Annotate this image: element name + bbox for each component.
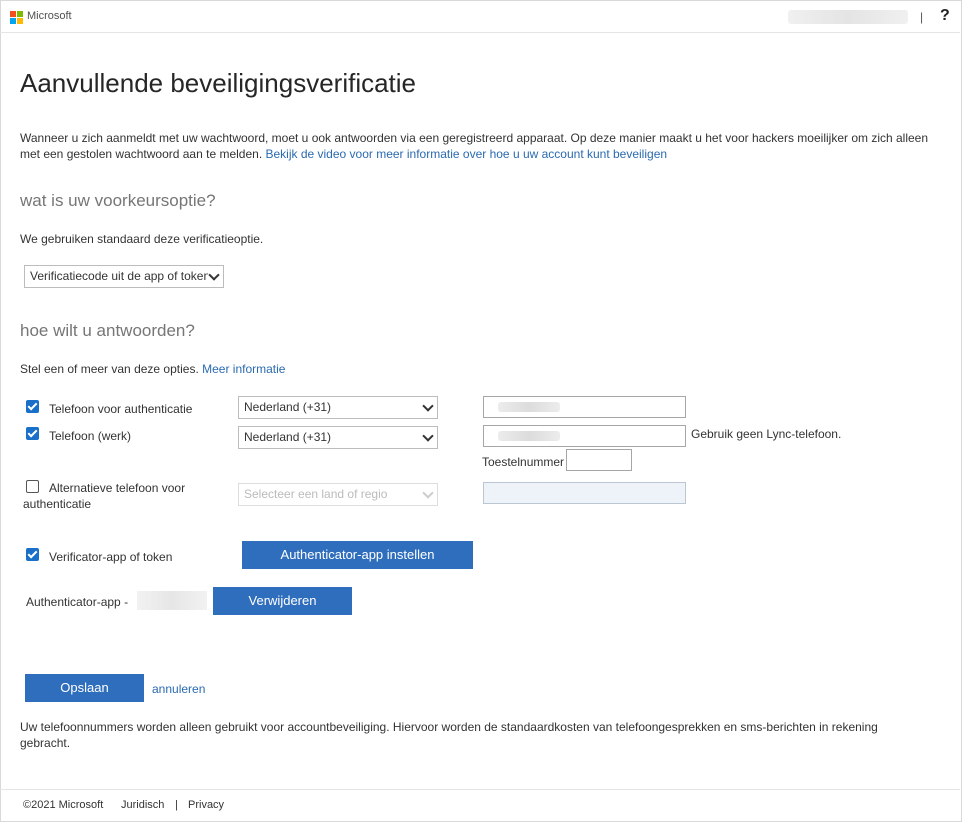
top-bar: Microsoft | ? xyxy=(0,0,960,33)
work-phone-number-value xyxy=(498,431,560,441)
preference-heading: wat is uw voorkeursoptie? xyxy=(20,191,216,210)
preferred-option-value: Verificatiecode uit de app of token xyxy=(30,269,208,283)
legal-link[interactable]: Juridisch xyxy=(121,799,164,811)
auth-phone-number-value xyxy=(498,402,560,412)
auth-phone-country-value: Nederland (+31) xyxy=(244,400,332,414)
page-title: Aanvullende beveiligingsverificatie xyxy=(20,68,417,98)
work-phone-country-value: Nederland (+31) xyxy=(244,430,332,444)
user-account-name[interactable] xyxy=(788,10,908,24)
cancel-link[interactable]: annuleren xyxy=(152,682,205,696)
auth-phone-label: Telefoon voor authenticatie xyxy=(49,402,193,416)
save-button[interactable]: Opslaan xyxy=(25,674,144,702)
respond-description-text: Stel een of meer van deze opties. xyxy=(20,362,203,376)
auth-phone-number-input[interactable] xyxy=(483,396,686,418)
alt-phone-checkbox[interactable] xyxy=(26,480,39,493)
more-info-link[interactable]: Meer informatie xyxy=(202,362,285,376)
work-phone-checkbox[interactable] xyxy=(26,427,39,440)
chevron-down-icon xyxy=(422,430,434,442)
setup-authenticator-button[interactable]: Authenticator-app instellen xyxy=(242,541,473,569)
auth-phone-country-select[interactable]: Nederland (+31) xyxy=(238,396,438,419)
alt-phone-number-input xyxy=(483,482,686,504)
authenticator-app-checkbox[interactable] xyxy=(26,548,39,561)
privacy-link[interactable]: Privacy xyxy=(188,799,224,811)
respond-description: Stel een of meer van deze opties. Meer i… xyxy=(20,362,285,376)
disclaimer-text: Uw telefoonnummers worden alleen gebruik… xyxy=(20,720,878,750)
preferred-option-select[interactable]: Verificatiecode uit de app of token xyxy=(24,265,224,288)
work-phone-label: Telefoon (werk) xyxy=(49,429,132,443)
header-separator: | xyxy=(920,10,924,24)
footer-separator: | xyxy=(175,799,178,811)
lync-note: Gebruik geen Lync-telefoon. xyxy=(691,427,842,441)
auth-phone-checkbox[interactable] xyxy=(26,400,39,413)
authenticator-device-name xyxy=(137,591,207,610)
video-link[interactable]: Bekijk de video voor meer informatie ove… xyxy=(265,147,667,161)
authenticator-app-label: Verificator-app of token xyxy=(49,550,173,564)
extension-input[interactable] xyxy=(566,449,632,471)
work-phone-number-input[interactable] xyxy=(483,425,686,447)
chevron-down-icon xyxy=(422,400,434,412)
copyright: ©2021 Microsoft xyxy=(23,799,104,811)
alt-phone-label-line1: Alternatieve telefoon voor xyxy=(49,481,186,495)
alt-phone-label-line2: authenticatie xyxy=(23,497,92,511)
preference-description: We gebruiken standaard deze verificatieo… xyxy=(20,232,264,246)
chevron-down-icon xyxy=(208,269,220,281)
remove-button[interactable]: Verwijderen xyxy=(213,587,352,615)
alt-phone-country-select: Selecteer een land of regio xyxy=(238,483,438,506)
brand-name: Microsoft xyxy=(27,10,72,22)
work-phone-country-select[interactable]: Nederland (+31) xyxy=(238,426,438,449)
alt-phone-country-placeholder: Selecteer een land of regio xyxy=(244,487,388,501)
respond-heading: hoe wilt u antwoorden? xyxy=(20,321,195,340)
footer: ©2021 Microsoft Juridisch | Privacy xyxy=(0,789,960,822)
help-button[interactable]: ? xyxy=(940,7,950,25)
microsoft-logo-icon xyxy=(10,11,23,24)
chevron-down-icon xyxy=(422,487,434,499)
authenticator-device-label: Authenticator-app - xyxy=(26,595,129,609)
extension-label: Toestelnummer xyxy=(482,455,565,469)
intro-paragraph: Wanneer u zich aanmeldt met uw wachtwoor… xyxy=(20,130,930,162)
